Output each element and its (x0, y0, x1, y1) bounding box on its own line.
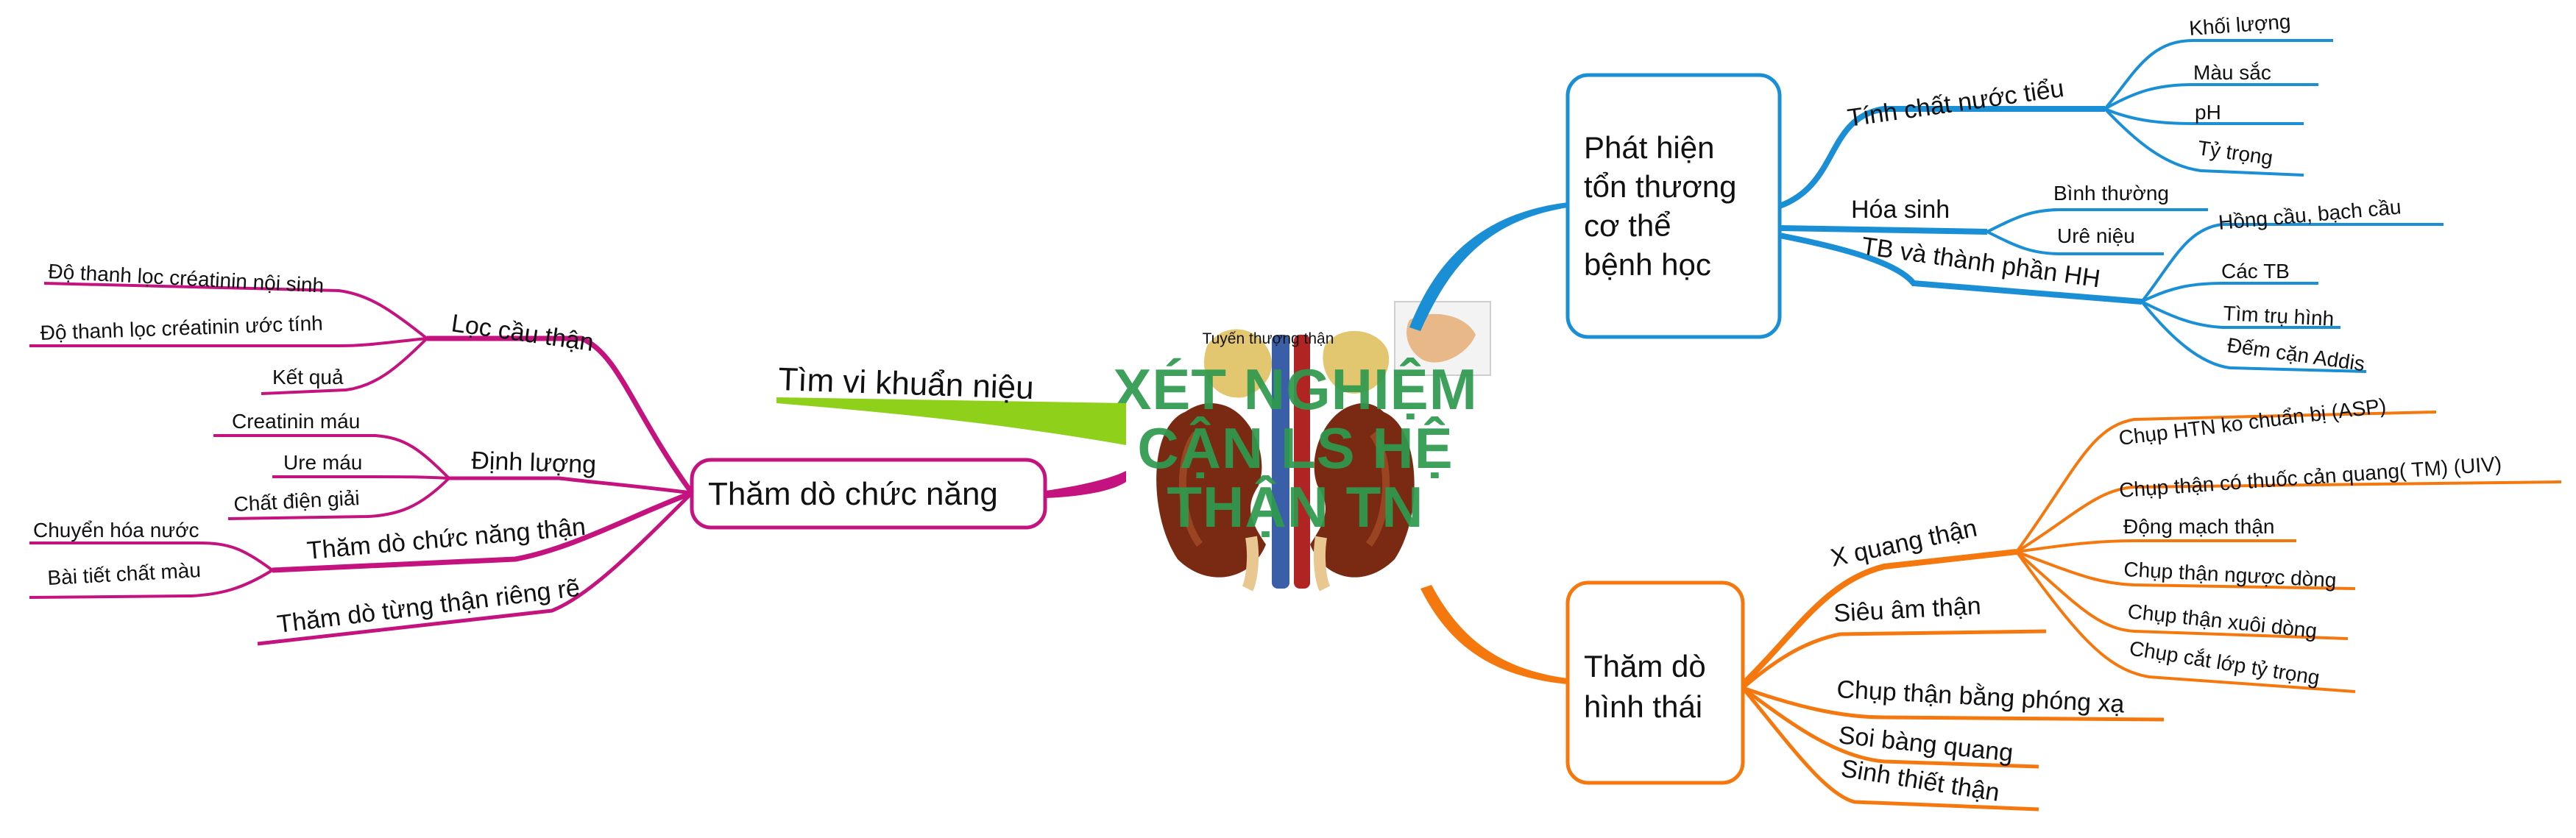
node-tinh-chat-nuoc-tieu[interactable]: Tính chất nước tiểu (1846, 74, 2066, 132)
node-hoa-sinh[interactable]: Hóa sinh (1851, 196, 1950, 224)
node-loc-cau-than[interactable]: Lọc cầu thận (450, 309, 595, 357)
central-title-line-3: THẬN TN (1167, 475, 1423, 539)
branch-phat-hien: Phát hiện tổn thương cơ thể bệnh học Tín… (1409, 10, 2444, 375)
node-hinh-thai-line-1: Thăm dò (1584, 649, 1706, 683)
node-dinh-luong[interactable]: Định lượng (471, 447, 597, 479)
node-phat-hien-box[interactable] (1565, 73, 1782, 339)
node-hinh-thai-line-2: hình thái (1584, 689, 1702, 724)
leaf-dong-mach-than[interactable]: Động mạch thận (2123, 515, 2274, 538)
central-title-line-1: XÉT NGHIỆM (1113, 357, 1477, 422)
leaf-chat-dien-giai[interactable]: Chất điện giải (233, 486, 361, 516)
branch-hinh-thai: Thăm dò hình thái X quang thận Chụp HTN … (1420, 394, 2562, 812)
main-connector-magenta (1045, 471, 1126, 498)
leaf-hong-cau-bach-cau[interactable]: Hồng cầu, bạch cầu (2218, 195, 2402, 234)
node-tham-do-chuc-nang-than[interactable]: Thăm dò chức năng thận (305, 513, 587, 565)
node-tham-do-tung-than[interactable]: Thăm dò từng thận riêng rẽ (275, 574, 581, 639)
node-phat-hien-line-3: cơ thể (1584, 208, 1671, 243)
leaf-cac-tb[interactable]: Các TB (2221, 260, 2290, 283)
leaf-chup-xuoi-dong[interactable]: Chụp thận xuôi dòng (2126, 600, 2318, 642)
leaf-ket-qua[interactable]: Kết quả (272, 366, 344, 388)
leaf-chuyen-hoa-nuoc[interactable]: Chuyển hóa nước (33, 519, 199, 541)
leaf-ure-mau[interactable]: Ure máu (283, 451, 362, 474)
leaf-chup-htn-asp[interactable]: Chụp HTN ko chuẩn bị (ASP) (2117, 394, 2388, 450)
node-phat-hien-line-4: bệnh học (1584, 247, 1711, 282)
mind-map: Tuyến thượng thận XÉT NGHIỆM CẬN LS HỆ T… (29, 10, 2562, 812)
leaf-khoi-luong[interactable]: Khối lượng (2188, 10, 2291, 40)
adrenal-gland-label: Tuyến thượng thận (1203, 330, 1334, 347)
leaf-chup-than-uiv[interactable]: Chụp thận có thuốc cản quang( TM) (UIV) (2118, 452, 2502, 502)
leaf-bai-tiet-chat-mau[interactable]: Bài tiết chất màu (47, 558, 202, 589)
leaf-ty-trong[interactable]: Tỷ trọng (2196, 136, 2274, 169)
branch-tim-vi-khuan: Tìm vi khuẩn niệu (776, 361, 1126, 445)
leaf-do-thanh-loc-noi-sinh[interactable]: Độ thanh lọc créatinin nội sinh (48, 260, 325, 297)
main-connector-green (776, 397, 1126, 445)
node-phat-hien-line-2: tổn thương (1584, 169, 1736, 204)
leaf-binh-thuong[interactable]: Bình thường (2053, 182, 2169, 205)
leaf-do-thanh-loc-uoc-tinh[interactable]: Độ thanh lọc créatinin ước tính (40, 312, 323, 344)
node-sieu-am-than[interactable]: Siêu âm thận (1833, 592, 1981, 628)
node-chup-phong-xa[interactable]: Chụp thận bằng phóng xạ (1836, 675, 2126, 718)
central-title-line-2: CẬN LS HỆ (1137, 416, 1453, 480)
leaf-mau-sac[interactable]: Màu sắc (2193, 61, 2271, 84)
branch-chuc-nang: Thăm dò chức năng Lọc cầu thận Độ thanh … (29, 260, 1126, 646)
leaf-creatinin-mau[interactable]: Creatinin máu (232, 410, 360, 433)
main-connector-orange (1420, 585, 1568, 684)
node-chuc-nang-title: Thăm dò chức năng (708, 476, 998, 512)
central-title: XÉT NGHIỆM CẬN LS HỆ THẬN TN (1113, 357, 1477, 539)
node-phat-hien-line-1: Phát hiện (1584, 130, 1714, 165)
leaf-ure-nieu[interactable]: Urê niệu (2057, 224, 2135, 247)
leaf-ph[interactable]: pH (2195, 101, 2221, 124)
